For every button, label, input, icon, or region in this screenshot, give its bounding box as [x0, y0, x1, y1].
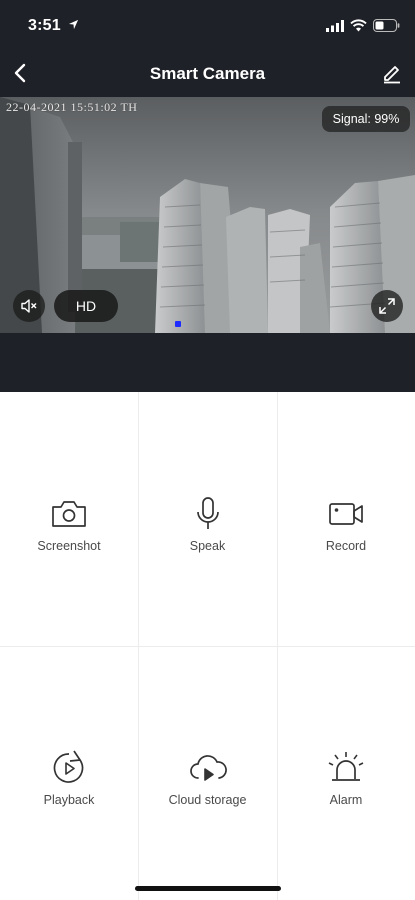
mute-button[interactable]: [13, 290, 45, 322]
top-panel: 3:51 Smart Camera 22-04-2021 15:51:02 TH…: [0, 0, 415, 392]
record-button[interactable]: Record: [277, 392, 415, 646]
playback-button[interactable]: Playback: [0, 646, 138, 900]
location-arrow-icon: [68, 19, 79, 30]
navigation-bar: Smart Camera: [0, 50, 415, 96]
action-grid: Screenshot Speak Record Playback Cloud s…: [0, 392, 415, 900]
expand-icon: [379, 298, 395, 314]
action-label: Alarm: [329, 793, 363, 807]
video-quality-button[interactable]: HD: [54, 290, 118, 322]
status-bar: 3:51: [0, 0, 415, 50]
video-camera-icon: [329, 503, 363, 525]
page-title: Smart Camera: [149, 64, 266, 83]
fullscreen-button[interactable]: [371, 290, 403, 322]
camera-icon: [52, 501, 86, 527]
action-label: Playback: [43, 793, 95, 807]
action-label: Record: [325, 539, 367, 553]
action-label: Cloud storage: [168, 793, 247, 807]
screenshot-button[interactable]: Screenshot: [0, 392, 138, 646]
signal-strength-badge: Signal: 99%: [322, 106, 410, 132]
edit-pencil-icon[interactable]: [381, 62, 403, 84]
speak-button[interactable]: Speak: [138, 392, 277, 646]
action-label: Speak: [189, 539, 226, 553]
video-timestamp: 22-04-2021 15:51:02 TH: [6, 100, 138, 114]
status-time: 3:51: [28, 17, 61, 34]
cloud-play-icon: [189, 755, 227, 781]
playback-icon: [53, 750, 84, 783]
cloud-storage-button[interactable]: Cloud storage: [138, 646, 277, 900]
focus-indicator-dot: [175, 321, 181, 327]
alarm-siren-icon: [328, 752, 364, 781]
wifi-icon: [350, 19, 367, 32]
speaker-muted-icon: [21, 299, 37, 313]
alarm-button[interactable]: Alarm: [277, 646, 415, 900]
live-video-feed[interactable]: 22-04-2021 15:51:02 TH Signal: 99% HD: [0, 97, 415, 333]
microphone-icon: [196, 497, 219, 529]
cellular-signal-icon: [326, 20, 344, 32]
battery-icon: [373, 19, 400, 32]
action-label: Screenshot: [37, 539, 101, 553]
home-indicator[interactable]: [135, 886, 281, 891]
